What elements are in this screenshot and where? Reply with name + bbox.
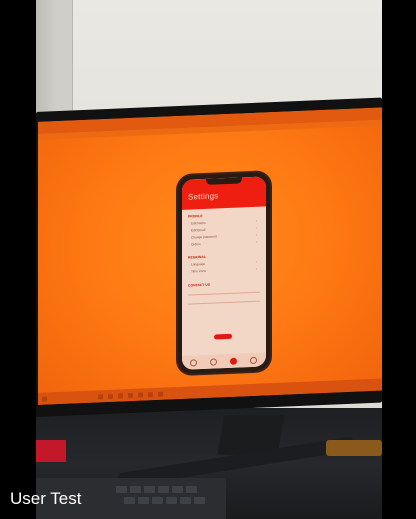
taskbar-app-icon	[148, 392, 153, 398]
red-object	[36, 440, 66, 462]
row-label: Change password	[191, 234, 217, 240]
keyboard-key	[116, 486, 127, 493]
keyboard-key	[124, 497, 135, 504]
chevron-right-icon: ›	[255, 266, 257, 271]
keyboard-key	[166, 497, 177, 504]
row-edit-name[interactable]: Edit Name ›	[191, 219, 257, 226]
contact-field-line	[188, 300, 260, 305]
keyboard-key	[138, 497, 149, 504]
keyboard-key	[152, 497, 163, 504]
windows-taskbar	[38, 378, 382, 405]
bottom-nav	[182, 352, 266, 370]
list-icon[interactable]	[210, 358, 217, 366]
desk-object	[326, 440, 382, 456]
row-orders[interactable]: Orders ›	[191, 240, 257, 247]
video-frame: Settings PROFILE Edit Name › Edit Email › …	[0, 0, 416, 519]
profile-icon[interactable]	[230, 357, 237, 365]
taskbar-app-icon	[128, 392, 133, 399]
contact-field-line	[188, 291, 260, 296]
monitor: Settings PROFILE Edit Name › Edit Email › …	[36, 97, 382, 418]
settings-icon[interactable]	[250, 356, 257, 365]
row-label: Edit Name	[191, 220, 206, 226]
row-label: Language	[191, 261, 206, 267]
home-icon[interactable]	[190, 359, 197, 367]
camera-photo: Settings PROFILE Edit Name › Edit Email › …	[36, 0, 382, 519]
chevron-right-icon: ›	[255, 239, 257, 244]
taskbar-app-icon	[118, 393, 123, 399]
taskbar-app-icon	[108, 393, 113, 399]
keyboard-key	[186, 486, 197, 493]
keyboard-key	[158, 486, 169, 493]
phone-mockup: Settings PROFILE Edit Name › Edit Email › …	[178, 172, 270, 375]
row-change-password[interactable]: Change password ›	[191, 233, 257, 240]
video-caption: User Test	[10, 489, 82, 508]
section-contact-us: CONTACT US	[188, 282, 210, 288]
row-label: Orders	[191, 242, 201, 247]
section-regional: REGIONAL	[188, 254, 206, 260]
keyboard-key	[172, 486, 183, 493]
section-profile: PROFILE	[188, 214, 203, 219]
taskbar-app-icon	[138, 392, 143, 398]
start-icon	[42, 396, 47, 402]
monitor-screen: Settings PROFILE Edit Name › Edit Email › …	[38, 107, 382, 405]
row-label: Time Zone	[191, 268, 207, 274]
row-language[interactable]: Language ›	[191, 260, 257, 267]
row-edit-email[interactable]: Edit Email ›	[191, 226, 257, 233]
keyboard-key	[130, 486, 141, 493]
phone-screen: Settings PROFILE Edit Name › Edit Email › …	[182, 176, 266, 370]
chevron-right-icon: ›	[255, 232, 257, 237]
taskbar-app-icon	[98, 394, 103, 400]
settings-title: Settings	[188, 191, 219, 202]
chevron-right-icon: ›	[255, 259, 257, 264]
row-label: Edit Email	[191, 227, 206, 233]
chevron-right-icon: ›	[255, 218, 257, 223]
keyboard-key	[180, 497, 191, 504]
chevron-right-icon: ›	[255, 225, 257, 230]
taskbar-app-icon	[158, 391, 163, 397]
keyboard-key	[144, 486, 155, 493]
row-time-zone[interactable]: Time Zone ›	[191, 267, 257, 274]
keyboard-key	[194, 497, 205, 504]
send-button[interactable]	[214, 333, 232, 340]
